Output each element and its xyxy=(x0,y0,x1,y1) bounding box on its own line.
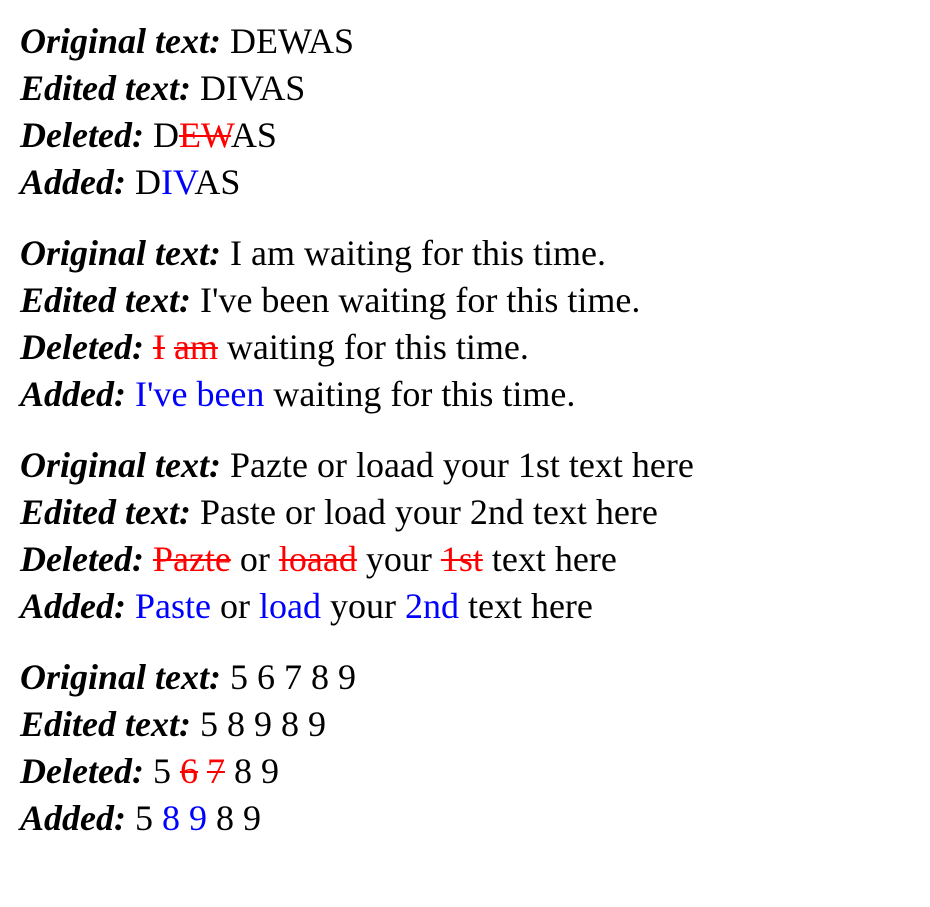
edited-label: Edited text: xyxy=(20,492,191,532)
diff-example: Original text: Pazte or loaad your 1st t… xyxy=(20,442,930,630)
unchanged-segment: D xyxy=(134,162,161,202)
deleted-label: Deleted: xyxy=(20,327,144,367)
edited-text: DIVAS xyxy=(199,68,306,108)
deleted-text: 5 6 7 8 9 xyxy=(153,751,279,791)
unchanged-segment: waiting for this time. xyxy=(264,374,576,414)
diff-example: Original text: 5 6 7 8 9 Edited text: 5 … xyxy=(20,654,930,842)
edited-line: Edited text: I've been waiting for this … xyxy=(20,277,930,324)
unchanged-segment xyxy=(165,327,174,367)
added-line: Added: DIVAS xyxy=(20,159,930,206)
deleted-segment: am xyxy=(173,327,218,367)
edited-text: Paste or load your 2nd text here xyxy=(199,492,658,532)
edited-line: Edited text: 5 8 9 8 9 xyxy=(20,701,930,748)
deleted-text: Pazte or loaad your 1st text here xyxy=(153,539,617,579)
edited-label: Edited text: xyxy=(20,704,191,744)
unchanged-segment: or xyxy=(210,586,259,626)
original-line: Original text: Pazte or loaad your 1st t… xyxy=(20,442,930,489)
unchanged-segment: waiting for this time. xyxy=(217,327,529,367)
added-text: 5 8 9 8 9 xyxy=(135,798,261,838)
deleted-line: Deleted: I am waiting for this time. xyxy=(20,324,930,371)
deleted-segment: EW xyxy=(178,115,231,155)
deleted-label: Deleted: xyxy=(20,539,144,579)
unchanged-segment: or xyxy=(230,539,279,579)
deleted-segment: 7 xyxy=(206,751,225,791)
original-text: Pazte or loaad your 1st text here xyxy=(230,445,694,485)
unchanged-segment: AS xyxy=(230,115,277,155)
diff-example: Original text: I am waiting for this tim… xyxy=(20,230,930,418)
deleted-line: Deleted: DEWAS xyxy=(20,112,930,159)
added-segment: 8 xyxy=(161,798,180,838)
original-label: Original text: xyxy=(20,233,222,273)
edited-label: Edited text: xyxy=(20,280,191,320)
unchanged-segment: 5 xyxy=(134,798,162,838)
added-label: Added: xyxy=(20,374,126,414)
deleted-line: Deleted: Pazte or loaad your 1st text he… xyxy=(20,536,930,583)
added-line: Added: I've been waiting for this time. xyxy=(20,371,930,418)
unchanged-segment: your xyxy=(356,539,441,579)
original-label: Original text: xyxy=(20,21,222,61)
unchanged-segment: 8 9 xyxy=(224,751,279,791)
diff-example: Original text: DEWAS Edited text: DIVAS … xyxy=(20,18,930,206)
diff-examples: Original text: DEWAS Edited text: DIVAS … xyxy=(0,0,930,842)
added-segment: Paste xyxy=(134,586,211,626)
edited-line: Edited text: DIVAS xyxy=(20,65,930,112)
original-text: I am waiting for this time. xyxy=(230,233,606,273)
unchanged-segment: text here xyxy=(482,539,617,579)
added-segment: 9 xyxy=(188,798,207,838)
added-line: Added: Paste or load your 2nd text here xyxy=(20,583,930,630)
added-text: I've been waiting for this time. xyxy=(135,374,575,414)
unchanged-segment xyxy=(180,798,189,838)
added-text: Paste or load your 2nd text here xyxy=(135,586,593,626)
added-text: DIVAS xyxy=(135,162,240,202)
deleted-segment: loaad xyxy=(278,539,357,579)
added-line: Added: 5 8 9 8 9 xyxy=(20,795,930,842)
original-line: Original text: I am waiting for this tim… xyxy=(20,230,930,277)
original-line: Original text: DEWAS xyxy=(20,18,930,65)
edited-text: I've been waiting for this time. xyxy=(199,280,641,320)
deleted-label: Deleted: xyxy=(20,115,144,155)
unchanged-segment: 8 9 xyxy=(206,798,261,838)
deleted-label: Deleted: xyxy=(20,751,144,791)
original-text: DEWAS xyxy=(230,21,355,61)
unchanged-segment: text here xyxy=(458,586,593,626)
original-line: Original text: 5 6 7 8 9 xyxy=(20,654,930,701)
deleted-segment: I xyxy=(152,327,165,367)
deleted-segment: 6 xyxy=(179,751,198,791)
added-label: Added: xyxy=(20,162,126,202)
deleted-text: I am waiting for this time. xyxy=(153,327,529,367)
original-label: Original text: xyxy=(20,657,222,697)
edited-line: Edited text: Paste or load your 2nd text… xyxy=(20,489,930,536)
added-segment: 2nd xyxy=(404,586,459,626)
added-label: Added: xyxy=(20,586,126,626)
deleted-segment: 1st xyxy=(440,539,483,579)
original-label: Original text: xyxy=(20,445,222,485)
edited-text: 5 8 9 8 9 xyxy=(199,704,326,744)
original-text: 5 6 7 8 9 xyxy=(230,657,357,697)
deleted-line: Deleted: 5 6 7 8 9 xyxy=(20,748,930,795)
unchanged-segment: 5 xyxy=(152,751,180,791)
unchanged-segment xyxy=(198,751,207,791)
added-segment: I've been xyxy=(134,374,265,414)
added-label: Added: xyxy=(20,798,126,838)
deleted-text: DEWAS xyxy=(153,115,277,155)
added-segment: IV xyxy=(160,162,195,202)
edited-label: Edited text: xyxy=(20,68,191,108)
added-segment: load xyxy=(258,586,321,626)
unchanged-segment: D xyxy=(152,115,179,155)
deleted-segment: Pazte xyxy=(152,539,231,579)
unchanged-segment: AS xyxy=(194,162,241,202)
unchanged-segment: your xyxy=(320,586,405,626)
